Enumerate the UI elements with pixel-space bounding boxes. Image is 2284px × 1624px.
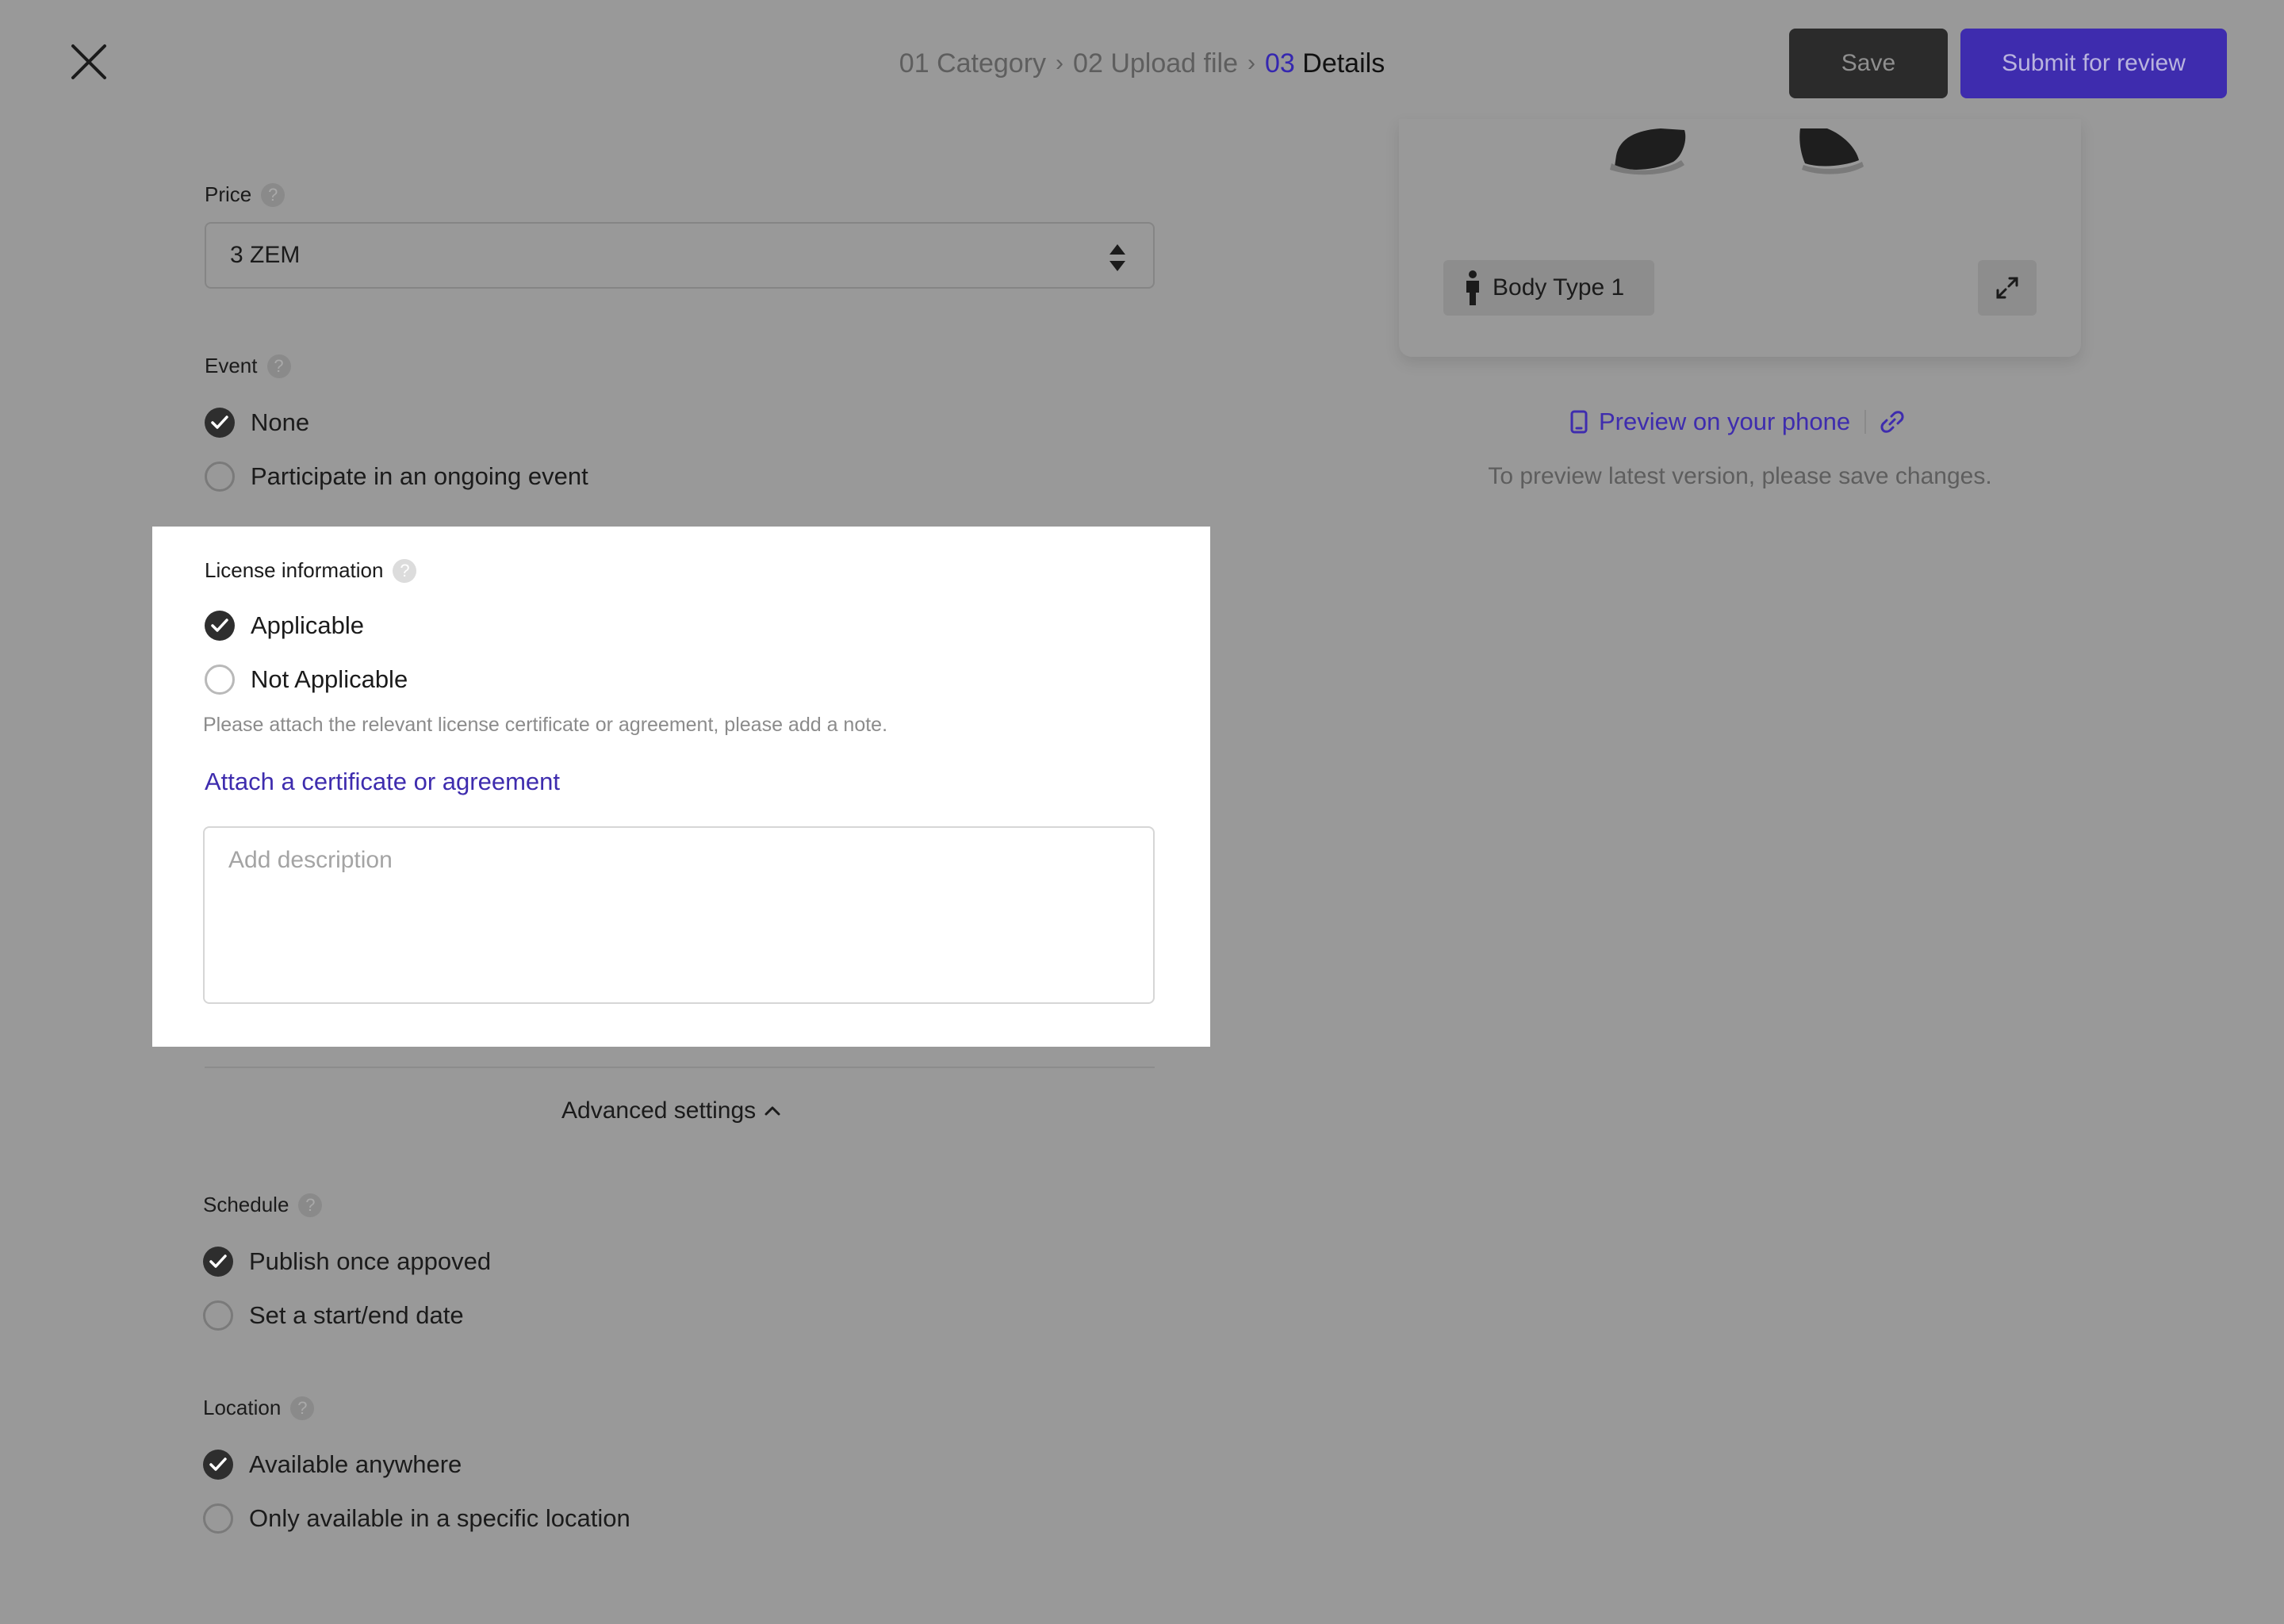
chevron-right-icon: ›	[1247, 50, 1255, 76]
shoe-right-image	[1799, 128, 1864, 174]
event-option-participate[interactable]: Participate in an ongoing event	[205, 462, 588, 492]
help-icon[interactable]: ?	[261, 182, 286, 207]
radio-checked-icon[interactable]	[205, 408, 235, 438]
description-input[interactable]	[203, 826, 1155, 1004]
person-icon	[1466, 270, 1479, 305]
shoe-left-image	[1610, 128, 1686, 175]
license-option-not-applicable[interactable]: Not Applicable	[205, 665, 408, 695]
preview-on-phone: Preview on your phone	[1570, 408, 1904, 436]
help-icon[interactable]: ?	[266, 354, 291, 378]
help-icon[interactable]: ?	[290, 1396, 315, 1420]
price-select-value: 3 ZEM	[230, 242, 301, 268]
select-arrows-icon	[1109, 244, 1125, 271]
chevron-right-icon: ›	[1056, 50, 1064, 76]
location-option-specific[interactable]: Only available in a specific location	[203, 1503, 630, 1534]
radio-unchecked-icon[interactable]	[203, 1503, 233, 1534]
schedule-option-publish[interactable]: Publish once appoved	[203, 1247, 491, 1277]
license-hint: Please attach the relevant license certi…	[203, 714, 888, 736]
preview-on-phone-link[interactable]: Preview on your phone	[1570, 408, 1850, 436]
price-select[interactable]: 3 ZEM	[205, 222, 1155, 289]
event-option-none[interactable]: None	[205, 408, 309, 438]
location-label: Location?	[203, 1396, 315, 1420]
radio-checked-icon[interactable]	[205, 611, 235, 641]
save-button[interactable]: Save	[1789, 29, 1948, 98]
chevron-up-icon	[765, 1106, 780, 1116]
help-icon[interactable]: ?	[393, 558, 417, 583]
phone-icon	[1570, 410, 1588, 434]
step-details[interactable]: 03 Details	[1265, 48, 1385, 79]
preview-note: To preview latest version, please save c…	[1488, 463, 1992, 489]
step-upload-file[interactable]: 02 Upload file	[1073, 48, 1238, 79]
link-icon[interactable]	[1880, 410, 1904, 434]
radio-checked-icon[interactable]	[203, 1450, 233, 1480]
radio-unchecked-icon[interactable]	[205, 665, 235, 695]
advanced-settings-toggle[interactable]: Advanced settings	[561, 1097, 781, 1124]
license-option-applicable[interactable]: Applicable	[205, 611, 364, 641]
expand-button[interactable]	[1978, 260, 2037, 316]
help-icon[interactable]: ?	[298, 1193, 323, 1217]
divider	[1864, 410, 1867, 434]
attach-certificate-link[interactable]: Attach a certificate or agreement	[205, 768, 560, 796]
step-category[interactable]: 01 Category	[899, 48, 1046, 79]
expand-icon	[1996, 277, 2018, 299]
radio-unchecked-icon[interactable]	[203, 1300, 233, 1331]
schedule-option-date[interactable]: Set a start/end date	[203, 1300, 464, 1331]
body-type-button[interactable]: Body Type 1	[1443, 260, 1654, 316]
radio-checked-icon[interactable]	[203, 1247, 233, 1277]
location-option-anywhere[interactable]: Available anywhere	[203, 1450, 462, 1480]
radio-unchecked-icon[interactable]	[205, 462, 235, 492]
license-information-panel: License information? Applicable Not Appl…	[152, 527, 1210, 1047]
schedule-label: Schedule?	[203, 1193, 323, 1217]
submit-for-review-button[interactable]: Submit for review	[1960, 29, 2227, 98]
divider	[205, 1067, 1155, 1068]
license-label: License information?	[205, 558, 417, 583]
event-label: Event?	[205, 354, 291, 378]
price-label: Price?	[205, 182, 286, 207]
preview-card: Body Type 1	[1399, 119, 2081, 357]
